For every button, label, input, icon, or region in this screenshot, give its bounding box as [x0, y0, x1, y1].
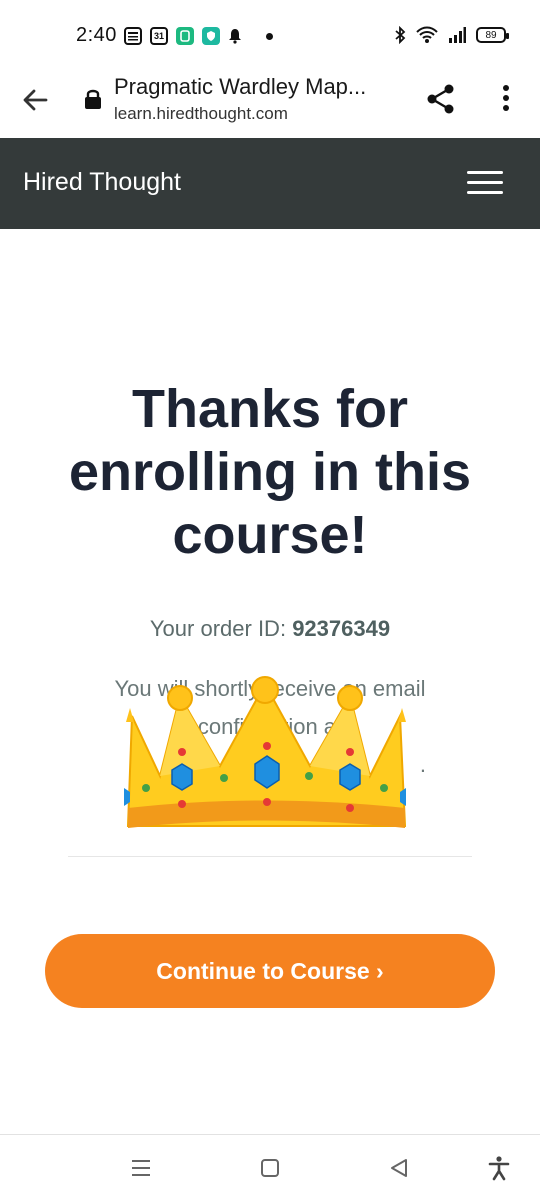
- calendar-icon: 31: [150, 27, 168, 45]
- news-icon: [124, 27, 142, 45]
- dot-icon: [266, 32, 273, 40]
- browser-toolbar: Pragmatic Wardley Map... learn.hiredthou…: [0, 70, 540, 138]
- notification-icons: 31: [124, 24, 273, 48]
- battery-icon: 89: [476, 27, 509, 43]
- system-icons: 89: [394, 26, 509, 44]
- status-bar: 2:40 31 89: [0, 0, 540, 70]
- site-brand[interactable]: Hired Thought: [23, 168, 181, 197]
- order-id-line: Your order ID: 92376349: [0, 616, 540, 642]
- signal-icon: [449, 27, 466, 43]
- page-title[interactable]: Pragmatic Wardley Map...: [114, 74, 404, 100]
- home-icon[interactable]: [257, 1155, 283, 1181]
- page-headline: Thanks for enrolling in this course!: [69, 379, 471, 565]
- shield-app-icon: [202, 27, 220, 45]
- recent-apps-icon[interactable]: [128, 1155, 154, 1181]
- url-host[interactable]: learn.hiredthought.com: [114, 104, 288, 124]
- bell-icon: [228, 28, 242, 44]
- crown-emoji-icon: [124, 676, 407, 828]
- order-id-value: 92376349: [292, 616, 391, 641]
- order-id-label: Your order ID:: [149, 616, 287, 641]
- more-options-icon[interactable]: [494, 82, 518, 116]
- wifi-icon: [416, 26, 438, 43]
- content-divider: [68, 856, 472, 857]
- site-header: Hired Thought: [0, 138, 540, 229]
- lock-icon[interactable]: [84, 88, 102, 110]
- bluetooth-icon: [395, 26, 406, 44]
- share-icon[interactable]: [424, 82, 458, 116]
- back-nav-icon[interactable]: [386, 1155, 412, 1181]
- continue-to-course-button[interactable]: Continue to Course ›: [45, 934, 495, 1008]
- status-time: 2:40: [76, 24, 117, 46]
- back-arrow-icon[interactable]: [18, 82, 54, 118]
- accessibility-icon[interactable]: [486, 1155, 512, 1181]
- system-navigation-bar: [0, 1134, 540, 1200]
- green-app-icon: [176, 27, 194, 45]
- hamburger-menu-icon[interactable]: [467, 171, 503, 197]
